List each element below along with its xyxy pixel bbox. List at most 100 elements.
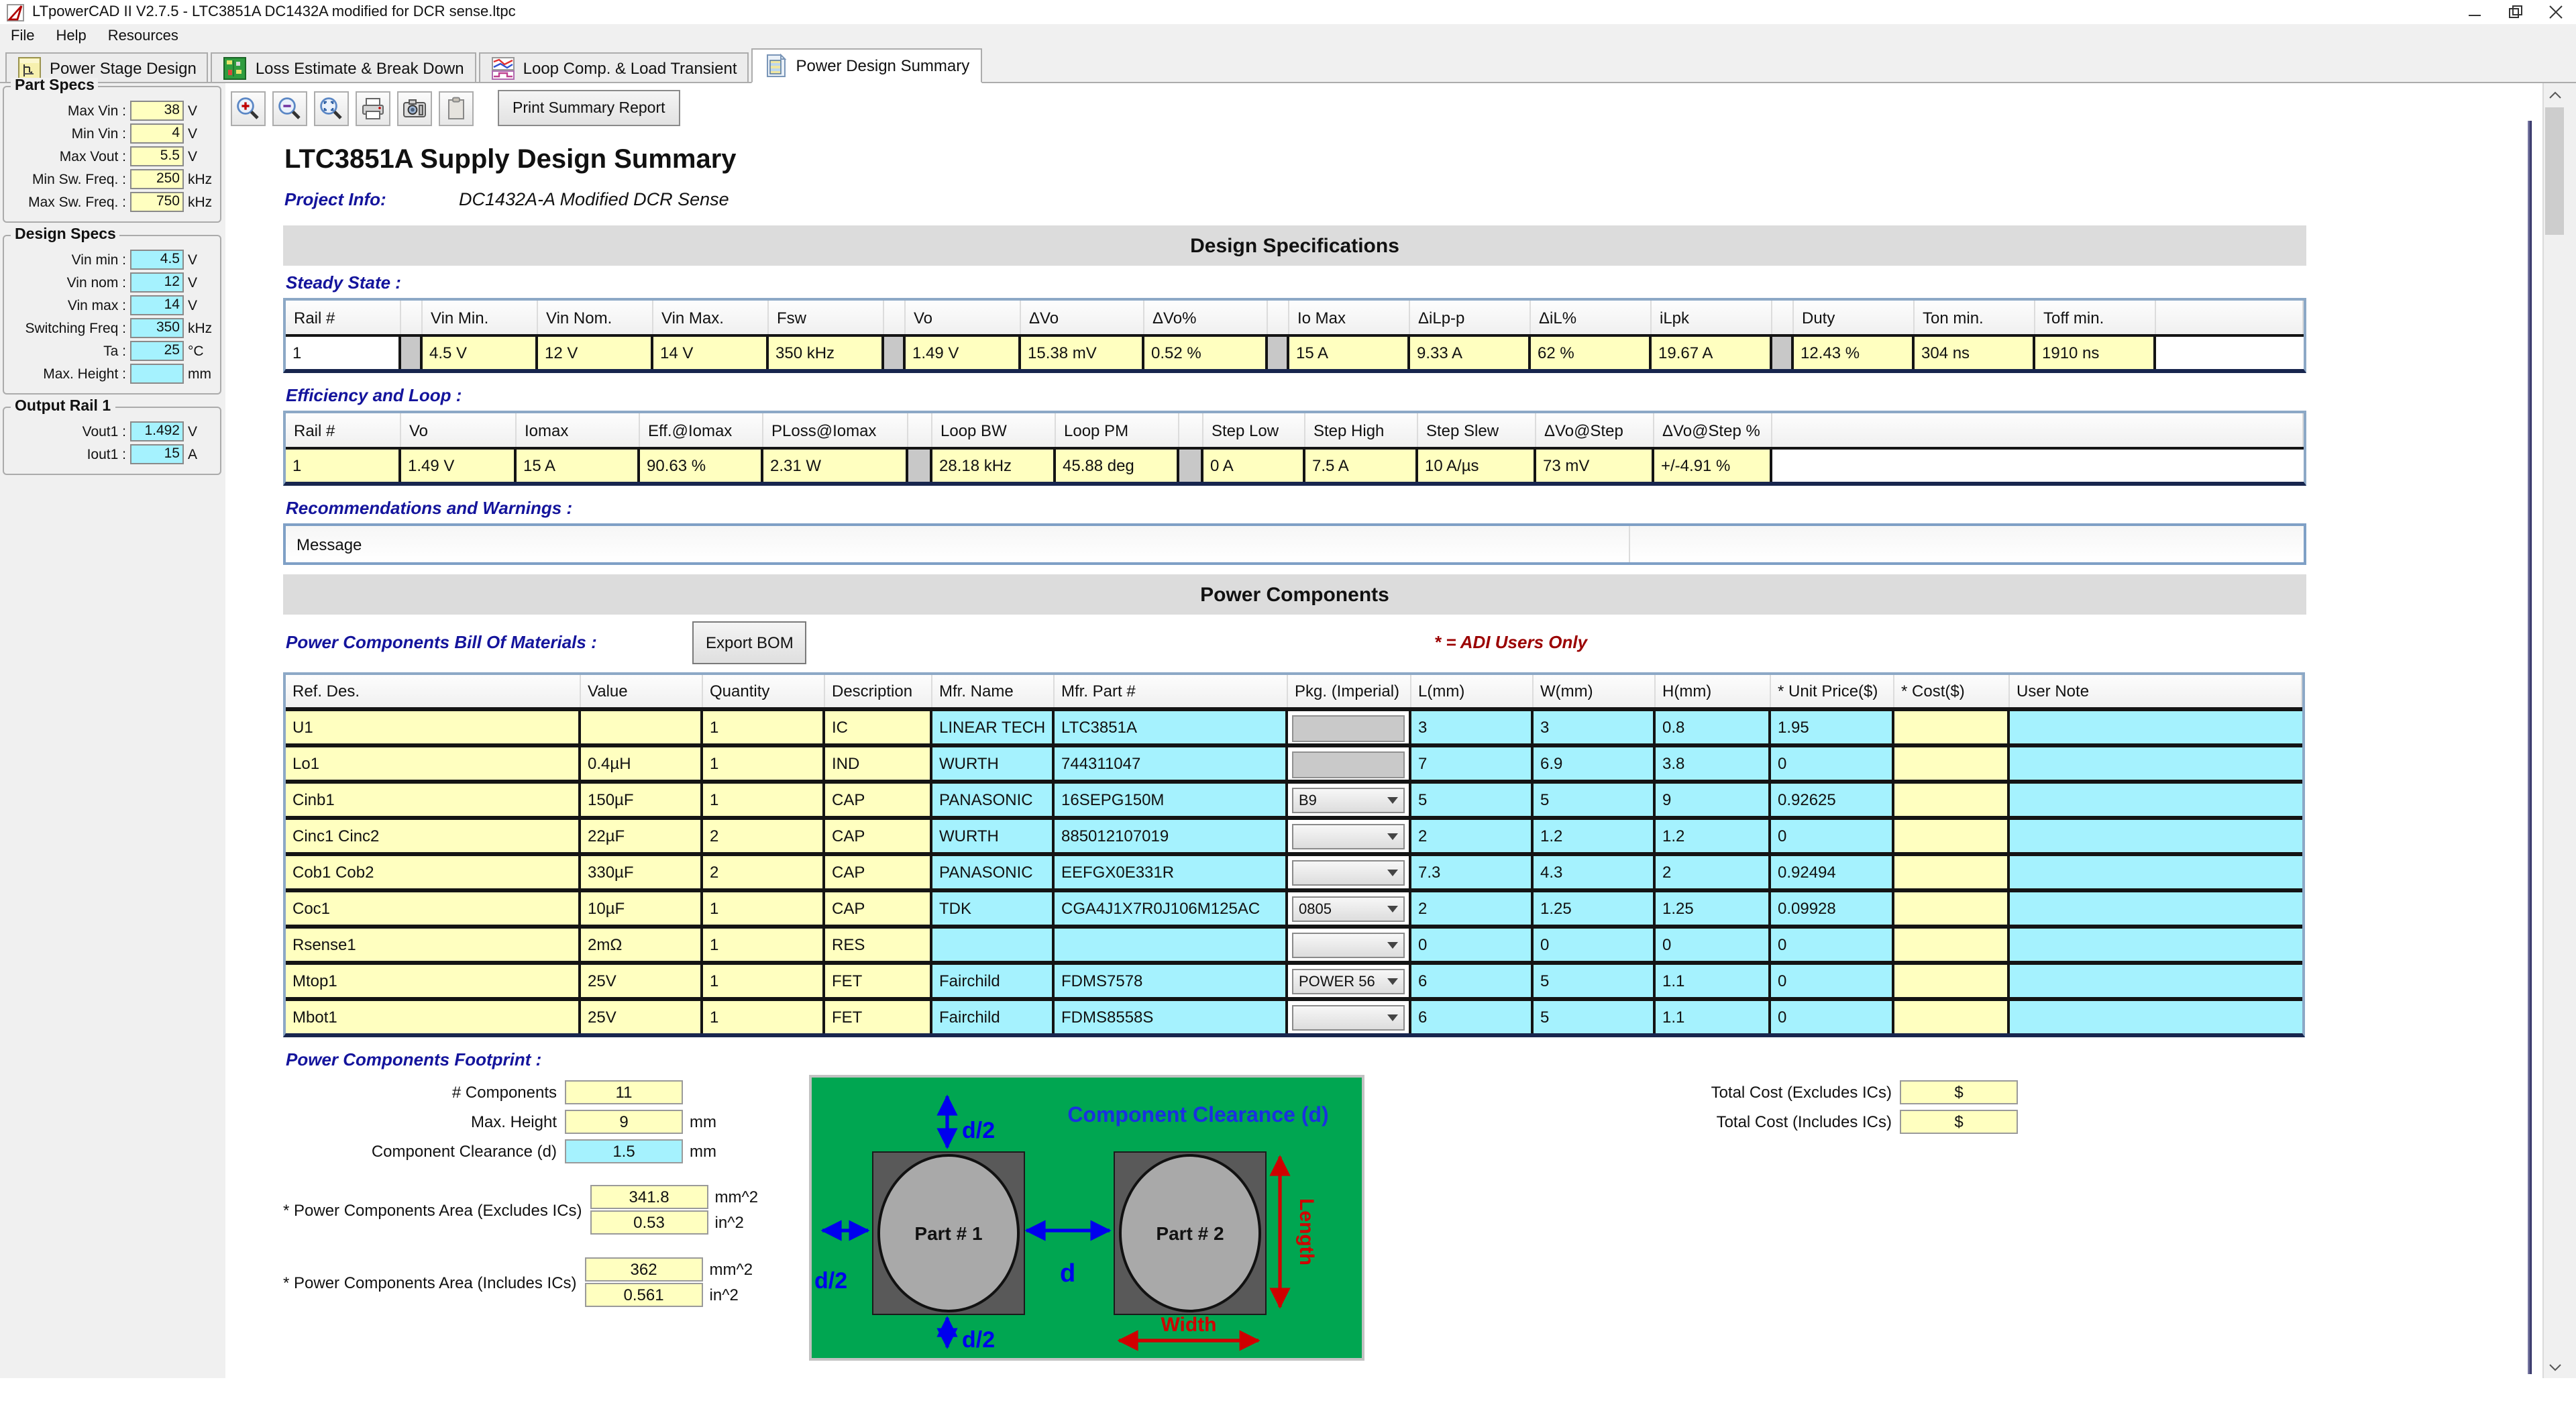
- bom-cell[interactable]: 1.1: [1656, 961, 1771, 997]
- bom-cell[interactable]: 1.1: [1656, 997, 1771, 1033]
- bom-cell[interactable]: 1.25: [1534, 888, 1656, 925]
- bom-cell[interactable]: 6: [1411, 961, 1534, 997]
- spec-field[interactable]: 15: [130, 444, 184, 464]
- bom-cell[interactable]: 5: [1534, 780, 1656, 816]
- zoom-in-button[interactable]: [231, 91, 266, 125]
- pkg-select[interactable]: [1292, 1005, 1405, 1031]
- bom-cell[interactable]: TDK: [932, 888, 1055, 925]
- bom-cell[interactable]: 0.92625: [1771, 780, 1894, 816]
- bom-cell[interactable]: 7.3: [1411, 852, 1534, 888]
- bom-cell[interactable]: Fairchild: [932, 961, 1055, 997]
- bom-cell[interactable]: [2010, 852, 2302, 888]
- bom-cell[interactable]: 6.9: [1534, 743, 1656, 780]
- spec-field[interactable]: [130, 364, 184, 384]
- bom-cell[interactable]: 3: [1411, 707, 1534, 743]
- bom-cell[interactable]: CGA4J1X7R0J106M125AC: [1055, 888, 1288, 925]
- bom-cell[interactable]: 0.92494: [1771, 852, 1894, 888]
- spec-field[interactable]: 1.5: [565, 1139, 683, 1163]
- bom-cell[interactable]: PANASONIC: [932, 852, 1055, 888]
- bom-cell[interactable]: 2: [1411, 816, 1534, 852]
- print-summary-report-button[interactable]: Print Summary Report: [498, 90, 680, 126]
- bom-cell[interactable]: 0.09928: [1771, 888, 1894, 925]
- bom-cell[interactable]: EEFGX0E331R: [1055, 852, 1288, 888]
- pkg-select[interactable]: POWER 56: [1292, 969, 1405, 994]
- bom-cell[interactable]: WURTH: [932, 816, 1055, 852]
- bom-cell[interactable]: 7: [1411, 743, 1534, 780]
- bom-cell[interactable]: [2010, 743, 2302, 780]
- bom-cell[interactable]: [932, 925, 1055, 961]
- bom-cell[interactable]: 2: [1411, 888, 1534, 925]
- bom-cell[interactable]: 16SEPG150M: [1055, 780, 1288, 816]
- tab-power-design-summary[interactable]: Power Design Summary: [752, 48, 982, 83]
- bom-cell[interactable]: [2010, 780, 2302, 816]
- bom-cell[interactable]: [2010, 997, 2302, 1033]
- menu-item-resources[interactable]: Resources: [97, 28, 189, 44]
- bom-cell[interactable]: 0: [1771, 743, 1894, 780]
- bom-cell[interactable]: 0: [1534, 925, 1656, 961]
- bom-cell[interactable]: 0: [1411, 925, 1534, 961]
- close-button[interactable]: [2536, 0, 2576, 24]
- bom-cell[interactable]: 9: [1656, 780, 1771, 816]
- minimize-button[interactable]: [2455, 0, 2496, 24]
- spec-field[interactable]: 14: [130, 295, 184, 315]
- bom-cell[interactable]: [1055, 925, 1288, 961]
- restore-button[interactable]: [2496, 0, 2536, 24]
- bom-cell[interactable]: 2: [1656, 852, 1771, 888]
- bom-cell[interactable]: 1.2: [1656, 816, 1771, 852]
- bom-cell[interactable]: 5: [1411, 780, 1534, 816]
- bom-cell[interactable]: 1.2: [1534, 816, 1656, 852]
- pkg-select[interactable]: [1292, 824, 1405, 849]
- bom-cell[interactable]: 5: [1534, 961, 1656, 997]
- snapshot-button[interactable]: [397, 91, 432, 125]
- bom-cell[interactable]: 0.8: [1656, 707, 1771, 743]
- bom-cell[interactable]: 744311047: [1055, 743, 1288, 780]
- vertical-scrollbar[interactable]: [2542, 83, 2565, 1378]
- bom-cell[interactable]: WURTH: [932, 743, 1055, 780]
- pkg-select[interactable]: 0805: [1292, 896, 1405, 922]
- export-bom-button[interactable]: Export BOM: [692, 621, 807, 664]
- bom-cell[interactable]: 6: [1411, 997, 1534, 1033]
- bom-cell[interactable]: PANASONIC: [932, 780, 1055, 816]
- bom-cell[interactable]: FDMS8558S: [1055, 997, 1288, 1033]
- bom-cell[interactable]: 3.8: [1656, 743, 1771, 780]
- clipboard-button[interactable]: [439, 91, 474, 125]
- bom-cell[interactable]: LINEAR TECH: [932, 707, 1055, 743]
- bom-cell[interactable]: 4.3: [1534, 852, 1656, 888]
- bom-cell[interactable]: 0: [1771, 997, 1894, 1033]
- bom-cell[interactable]: 0: [1771, 816, 1894, 852]
- tab-loss-estimate[interactable]: Loss Estimate & Break Down: [211, 52, 476, 82]
- bom-cell[interactable]: [2010, 961, 2302, 997]
- bom-cell[interactable]: 3: [1534, 707, 1656, 743]
- scroll-down-button[interactable]: [2544, 1355, 2565, 1378]
- bom-cell[interactable]: [2010, 816, 2302, 852]
- scroll-thumb[interactable]: [2545, 107, 2564, 235]
- bom-cell[interactable]: [2010, 925, 2302, 961]
- bom-cell[interactable]: [2010, 707, 2302, 743]
- bom-cell[interactable]: 885012107019: [1055, 816, 1288, 852]
- print-button[interactable]: [356, 91, 390, 125]
- tab-loop-comp[interactable]: Loop Comp. & Load Transient: [479, 52, 749, 82]
- bom-cell[interactable]: 0: [1656, 925, 1771, 961]
- pkg-select[interactable]: B9: [1292, 788, 1405, 813]
- menu-item-file[interactable]: File: [0, 28, 45, 44]
- zoom-out-button[interactable]: [272, 91, 307, 125]
- pkg-select[interactable]: [1292, 860, 1405, 886]
- pkg-select[interactable]: [1292, 933, 1405, 958]
- zoom-fit-button[interactable]: [314, 91, 349, 125]
- spec-field[interactable]: 12: [130, 272, 184, 293]
- spec-field[interactable]: 25: [130, 341, 184, 361]
- menu-item-help[interactable]: Help: [45, 28, 97, 44]
- spec-field[interactable]: 350: [130, 318, 184, 338]
- bom-cell[interactable]: [2010, 888, 2302, 925]
- bom-cell[interactable]: 0: [1771, 961, 1894, 997]
- bom-cell[interactable]: 1.95: [1771, 707, 1894, 743]
- scroll-up-button[interactable]: [2544, 83, 2565, 106]
- bom-cell[interactable]: FDMS7578: [1055, 961, 1288, 997]
- bom-cell[interactable]: LTC3851A: [1055, 707, 1288, 743]
- spec-field[interactable]: 1.492: [130, 421, 184, 441]
- bom-cell[interactable]: Fairchild: [932, 997, 1055, 1033]
- bom-cell[interactable]: 5: [1534, 997, 1656, 1033]
- bom-cell[interactable]: 0: [1771, 925, 1894, 961]
- spec-field[interactable]: 4.5: [130, 250, 184, 270]
- bom-cell[interactable]: 1.25: [1656, 888, 1771, 925]
